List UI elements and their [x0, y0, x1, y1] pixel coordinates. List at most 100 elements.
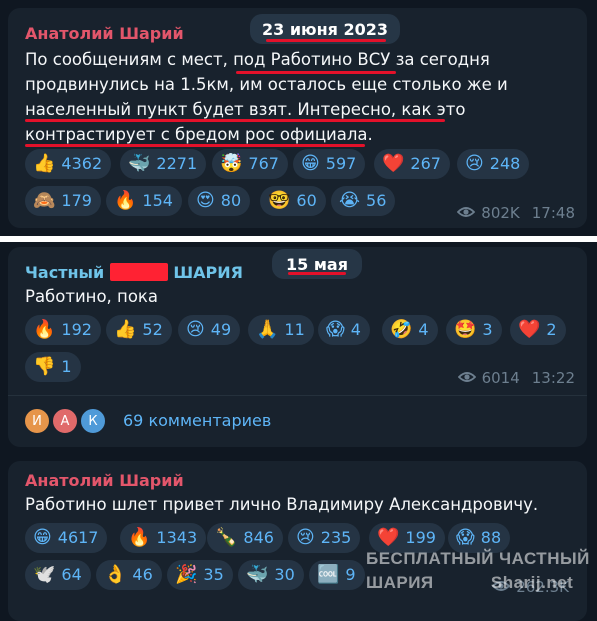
- view-count: 6014: [481, 369, 520, 387]
- post-author[interactable]: Анатолий Шарий: [25, 24, 184, 43]
- reaction-count: 4: [350, 320, 361, 339]
- reaction-ok-hand[interactable]: 👌 46: [96, 560, 162, 590]
- sob-icon: 😭: [339, 190, 361, 211]
- reaction-count: 46: [132, 565, 153, 584]
- heart-icon: ❤️: [377, 527, 400, 548]
- thumbs-down-icon: 👎: [33, 356, 56, 377]
- champagne-icon: 🍾: [215, 527, 238, 548]
- pray-icon: 🙏: [256, 319, 279, 340]
- post-text: Работино, пока: [25, 287, 158, 306]
- fire-icon: 🔥: [114, 190, 137, 211]
- post-meta: 802K 17:48: [457, 204, 575, 222]
- reaction-exploding-head[interactable]: 🤯 767: [212, 149, 288, 179]
- grin-icon: 😁: [301, 153, 320, 174]
- reaction-count: 4617: [57, 528, 99, 547]
- comments-count: 69 комментариев: [123, 411, 272, 430]
- reaction-count: 35: [203, 565, 224, 584]
- reaction-pray[interactable]: 🙏 11: [248, 315, 314, 345]
- ok-hand-icon: 👌: [104, 564, 127, 585]
- reaction-whale[interactable]: 🐳 30: [238, 560, 304, 590]
- reaction-thumbs-up[interactable]: 👍 4362: [25, 149, 112, 179]
- highlight-underline-3: [25, 144, 365, 147]
- avatar: К: [79, 407, 107, 435]
- reaction-count: 60: [296, 191, 317, 210]
- reaction-count: 235: [320, 528, 352, 547]
- reaction-count: 767: [248, 154, 279, 173]
- reaction-cool[interactable]: 🆒 9: [309, 560, 365, 590]
- reaction-champagne[interactable]: 🍾 846: [207, 523, 283, 553]
- crying-face-icon: 😢: [186, 319, 205, 340]
- heart-icon: ❤️: [382, 153, 405, 174]
- reaction-fire[interactable]: 🔥 192: [25, 315, 101, 345]
- reaction-count: 4362: [61, 154, 103, 173]
- reaction-count: 88: [480, 528, 502, 547]
- reaction-count: 199: [405, 528, 436, 547]
- whale-icon: 🐳: [246, 564, 269, 585]
- post-author[interactable]: Анатолий Шарий: [25, 471, 184, 490]
- fire-icon: 🔥: [33, 319, 56, 340]
- highlight-underline-2: [25, 119, 445, 122]
- reaction-party[interactable]: 🎉 35: [167, 560, 233, 590]
- reaction-count: 1: [61, 357, 72, 376]
- reaction-nerd[interactable]: 🤓 60: [260, 186, 326, 216]
- reaction-count: 52: [142, 320, 163, 339]
- post-author[interactable]: Частный ШАРИЯ: [25, 263, 243, 282]
- scream-icon: 😱: [326, 319, 345, 340]
- reaction-count: 30: [274, 565, 295, 584]
- avatar: И: [23, 407, 51, 435]
- image-separator: [0, 236, 597, 242]
- eye-icon: [457, 204, 476, 222]
- reaction-fire[interactable]: 🔥 154: [106, 186, 182, 216]
- reaction-whale[interactable]: 🐳 2271: [120, 149, 207, 179]
- reaction-dove[interactable]: 🕊️ 64: [25, 560, 91, 590]
- reaction-see-no-evil[interactable]: 🙈 179: [25, 186, 101, 216]
- dove-icon: 🕊️: [33, 564, 56, 585]
- post-text-line-2: продвинулись на 1.5км, им осталось еще с…: [25, 75, 508, 94]
- post-text: Работино шлет привет лично Владимиру Але…: [25, 495, 539, 514]
- reaction-count: 267: [410, 154, 441, 173]
- reaction-count: 192: [61, 320, 92, 339]
- grin-icon: 😁: [33, 527, 52, 548]
- post-card-3: Анатолий Шарий Работино шлет привет личн…: [8, 461, 587, 621]
- nerd-face-icon: 🤓: [268, 190, 291, 211]
- scream-icon: 😱: [456, 527, 475, 548]
- post-time: 13:22: [531, 369, 575, 387]
- crying-face-icon: 😢: [296, 527, 315, 548]
- reaction-crying[interactable]: 😢 49: [178, 315, 241, 345]
- reaction-crying[interactable]: 😢 248: [457, 149, 530, 179]
- reaction-heart[interactable]: ❤️ 267: [374, 149, 450, 179]
- reaction-count: 154: [142, 191, 173, 210]
- reaction-fire[interactable]: 🔥 1343: [120, 523, 207, 553]
- reaction-grin[interactable]: 😁 4617: [25, 523, 108, 553]
- reaction-heart[interactable]: ❤️ 2: [510, 315, 566, 345]
- view-count: 802K: [481, 204, 520, 222]
- reaction-sob[interactable]: 😭 56: [331, 186, 396, 216]
- reaction-rofl[interactable]: 🤣 4: [382, 315, 438, 345]
- reaction-count: 11: [284, 320, 305, 339]
- post-time: 17:48: [531, 204, 575, 222]
- reaction-grin[interactable]: 😁 597: [293, 149, 366, 179]
- comments-row[interactable]: И А К 69 комментариев: [8, 396, 587, 447]
- star-struck-icon: 🤩: [454, 319, 477, 340]
- thumbs-up-icon: 👍: [114, 319, 137, 340]
- reaction-thumbs-up[interactable]: 👍 52: [106, 315, 172, 345]
- reaction-star-struck[interactable]: 🤩 3: [446, 315, 502, 345]
- reaction-scream[interactable]: 😱 4: [318, 315, 370, 345]
- exploding-head-icon: 🤯: [220, 153, 243, 174]
- reaction-count: 56: [366, 191, 387, 210]
- reaction-crying[interactable]: 😢 235: [288, 523, 361, 553]
- reaction-count: 248: [489, 154, 521, 173]
- reaction-count: 2: [546, 320, 557, 339]
- reaction-count: 64: [61, 565, 82, 584]
- reaction-heart-eyes[interactable]: 😍 80: [188, 186, 251, 216]
- reaction-count: 9: [345, 565, 356, 584]
- watermark-brand: ШАРИЯ: [366, 573, 434, 592]
- censor-block: [109, 263, 168, 281]
- crying-face-icon: 😢: [465, 153, 484, 174]
- reaction-thumbs-down[interactable]: 👎 1: [25, 352, 81, 382]
- watermark-line-1: БЕСПЛАТНЫЙ ЧАСТНЫЙ: [366, 549, 590, 568]
- thumbs-up-icon: 👍: [33, 153, 56, 174]
- reaction-count: 4: [418, 320, 429, 339]
- party-popper-icon: 🎉: [175, 564, 198, 585]
- reaction-count: 179: [61, 191, 92, 210]
